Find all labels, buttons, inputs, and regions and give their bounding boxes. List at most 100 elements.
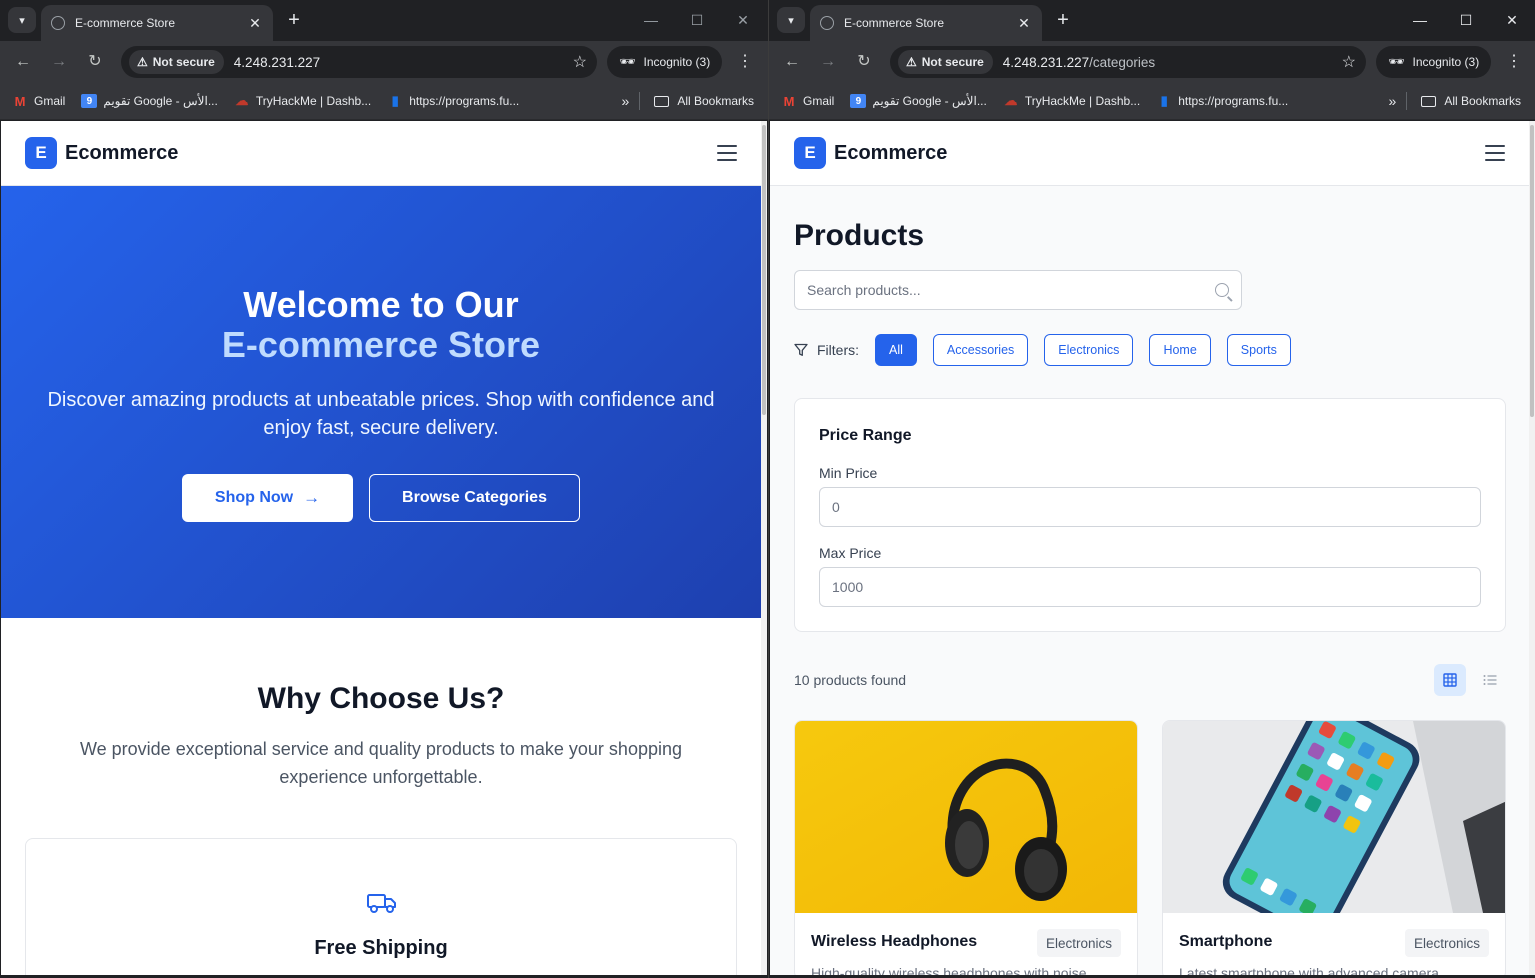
bookmarks-divider — [639, 92, 641, 110]
filter-chip-electronics[interactable]: Electronics — [1044, 334, 1134, 366]
calendar-icon: 9 — [850, 94, 867, 108]
logo-text[interactable]: Ecommerce — [834, 142, 947, 165]
tab-title: E-commerce Store — [75, 16, 176, 30]
page-viewport: E Ecommerce Welcome to Our E-commerce St… — [1, 121, 761, 975]
reload-button[interactable]: ↻ — [77, 47, 113, 77]
product-description: High-quality wireless headphones with no… — [811, 965, 1087, 975]
tab-search-button[interactable]: ▾ — [777, 7, 805, 33]
bookmark-google-calendar[interactable]: 9 تقويم Google - الأس... — [81, 94, 218, 108]
price-range-card: Price Range Min Price 0 Max Price 1000 — [794, 398, 1506, 632]
browser-toolbar: ← → ↻ ⚠ Not secure 4.248.231.227 ☆ 🕶 Inc… — [0, 41, 768, 83]
browser-toolbar: ← → ↻ ⚠ Not secure 4.248.231.227/categor… — [769, 41, 1535, 83]
incognito-indicator[interactable]: 🕶 Incognito (3) — [607, 46, 723, 78]
filter-chip-sports[interactable]: Sports — [1226, 334, 1291, 366]
security-indicator[interactable]: ⚠ Not secure — [129, 50, 224, 74]
tab-search-button[interactable]: ▾ — [8, 7, 36, 33]
minimize-button[interactable]: — — [1397, 8, 1443, 32]
list-view-button[interactable] — [1474, 664, 1506, 696]
forward-button[interactable]: → — [41, 47, 77, 77]
minimize-button[interactable]: — — [628, 8, 674, 32]
results-count: 10 products found — [794, 672, 907, 688]
scrollbar-thumb[interactable] — [1530, 125, 1534, 417]
maximize-button[interactable]: ☐ — [1443, 8, 1489, 32]
logo-icon[interactable]: E — [794, 137, 826, 169]
page-scrollbar[interactable] — [761, 121, 767, 975]
close-tab-icon[interactable]: ✕ — [1016, 15, 1032, 32]
hamburger-menu-icon[interactable] — [717, 145, 737, 161]
browser-menu-button[interactable]: ⋮ — [1502, 51, 1526, 75]
product-card[interactable]: Wireless Headphones Electronics High-qua… — [794, 720, 1138, 975]
filter-chip-home[interactable]: Home — [1149, 334, 1211, 366]
browser-window-right: ▾ E-commerce Store ✕ + — ☐ ✕ ← → ↻ ⚠ Not… — [768, 0, 1535, 978]
browser-tab[interactable]: E-commerce Store ✕ — [810, 5, 1042, 41]
product-description: Latest smartphone with advanced camera — [1179, 965, 1439, 975]
incognito-indicator[interactable]: 🕶 Incognito (3) — [1376, 46, 1492, 78]
page-viewport: E Ecommerce Products Search products... … — [770, 121, 1529, 975]
warning-icon: ⚠ — [906, 55, 917, 69]
more-bookmarks-icon[interactable]: » — [622, 93, 630, 109]
bookmark-programs[interactable]: ▮ https://programs.fu... — [387, 93, 520, 108]
bookmark-star-icon[interactable]: ☆ — [1342, 52, 1356, 72]
search-placeholder: Search products... — [807, 282, 921, 298]
bookmark-tryhackme[interactable]: ☁ TryHackMe | Dashb... — [234, 93, 371, 108]
grid-view-button[interactable] — [1434, 664, 1466, 696]
page-scrollbar[interactable] — [1529, 121, 1535, 975]
back-button[interactable]: ← — [5, 47, 41, 77]
why-choose-subtitle: We provide exceptional service and quali… — [79, 739, 682, 787]
min-price-input[interactable]: 0 — [819, 487, 1481, 527]
globe-icon — [820, 16, 834, 30]
all-bookmarks-button[interactable]: All Bookmarks — [1421, 94, 1521, 108]
bookmark-google-calendar[interactable]: 9 تقويم Google - الأس... — [850, 94, 987, 108]
browse-categories-button[interactable]: Browse Categories — [369, 474, 580, 522]
close-window-button[interactable]: ✕ — [720, 8, 766, 32]
bookmark-gmail[interactable]: M Gmail — [12, 93, 66, 109]
close-window-button[interactable]: ✕ — [1489, 8, 1535, 32]
back-button[interactable]: ← — [774, 47, 810, 77]
shop-now-button[interactable]: Shop Now → — [182, 474, 353, 522]
max-price-input[interactable]: 1000 — [819, 567, 1481, 607]
search-input[interactable]: Search products... — [794, 270, 1242, 310]
browser-tab[interactable]: E-commerce Store ✕ — [41, 5, 273, 41]
tab-strip: ▾ E-commerce Store ✕ + — ☐ ✕ — [0, 0, 768, 41]
gmail-icon: M — [14, 93, 26, 109]
browser-window-left: ▾ E-commerce Store ✕ + — ☐ ✕ ← → ↻ ⚠ Not… — [0, 0, 768, 978]
close-tab-icon[interactable]: ✕ — [247, 15, 263, 32]
bookmark-star-icon[interactable]: ☆ — [573, 52, 587, 72]
new-tab-button[interactable]: + — [1053, 9, 1073, 31]
maximize-button[interactable]: ☐ — [674, 8, 720, 32]
filter-chip-all[interactable]: All — [875, 334, 917, 366]
more-bookmarks-icon[interactable]: » — [1389, 93, 1397, 109]
site-header: E Ecommerce — [770, 121, 1529, 186]
url-text[interactable]: 4.248.231.227 — [234, 55, 573, 70]
browser-menu-button[interactable]: ⋮ — [733, 51, 757, 75]
bookmark-gmail[interactable]: M Gmail — [781, 94, 835, 109]
arrow-right-icon: → — [303, 488, 321, 507]
scrollbar-thumb[interactable] — [762, 125, 766, 415]
bookmark-tryhackme[interactable]: ☁ TryHackMe | Dashb... — [1003, 93, 1140, 108]
all-bookmarks-button[interactable]: All Bookmarks — [654, 94, 754, 108]
new-tab-button[interactable]: + — [284, 9, 304, 31]
forward-button[interactable]: → — [810, 47, 846, 77]
url-text[interactable]: 4.248.231.227/categories — [1003, 55, 1342, 70]
site-header: E Ecommerce — [1, 121, 761, 186]
filter-bar: Filters: All Accessories Electronics Hom… — [794, 334, 1307, 366]
hamburger-menu-icon[interactable] — [1485, 145, 1505, 161]
address-bar[interactable]: ⚠ Not secure 4.248.231.227/categories ☆ — [890, 46, 1366, 78]
incognito-icon: 🕶 — [1388, 54, 1405, 69]
product-card[interactable]: Smartphone Electronics Latest smartphone… — [1162, 720, 1506, 975]
address-bar[interactable]: ⚠ Not secure 4.248.231.227 ☆ — [121, 46, 597, 78]
product-name[interactable]: Smartphone — [1179, 933, 1272, 951]
product-name[interactable]: Wireless Headphones — [811, 933, 977, 951]
truck-icon — [367, 894, 396, 913]
list-icon — [1483, 675, 1497, 685]
reload-button[interactable]: ↻ — [846, 47, 882, 77]
page-title: Products — [794, 219, 925, 252]
filter-chip-accessories[interactable]: Accessories — [932, 334, 1029, 366]
price-range-title: Price Range — [819, 427, 912, 444]
tab-strip: ▾ E-commerce Store ✕ + — ☐ ✕ — [769, 0, 1535, 41]
search-icon — [1215, 283, 1229, 297]
security-indicator[interactable]: ⚠ Not secure — [898, 50, 993, 74]
logo-icon[interactable]: E — [25, 137, 57, 169]
logo-text[interactable]: Ecommerce — [65, 142, 178, 165]
bookmark-programs[interactable]: ▮ https://programs.fu... — [1156, 93, 1289, 108]
